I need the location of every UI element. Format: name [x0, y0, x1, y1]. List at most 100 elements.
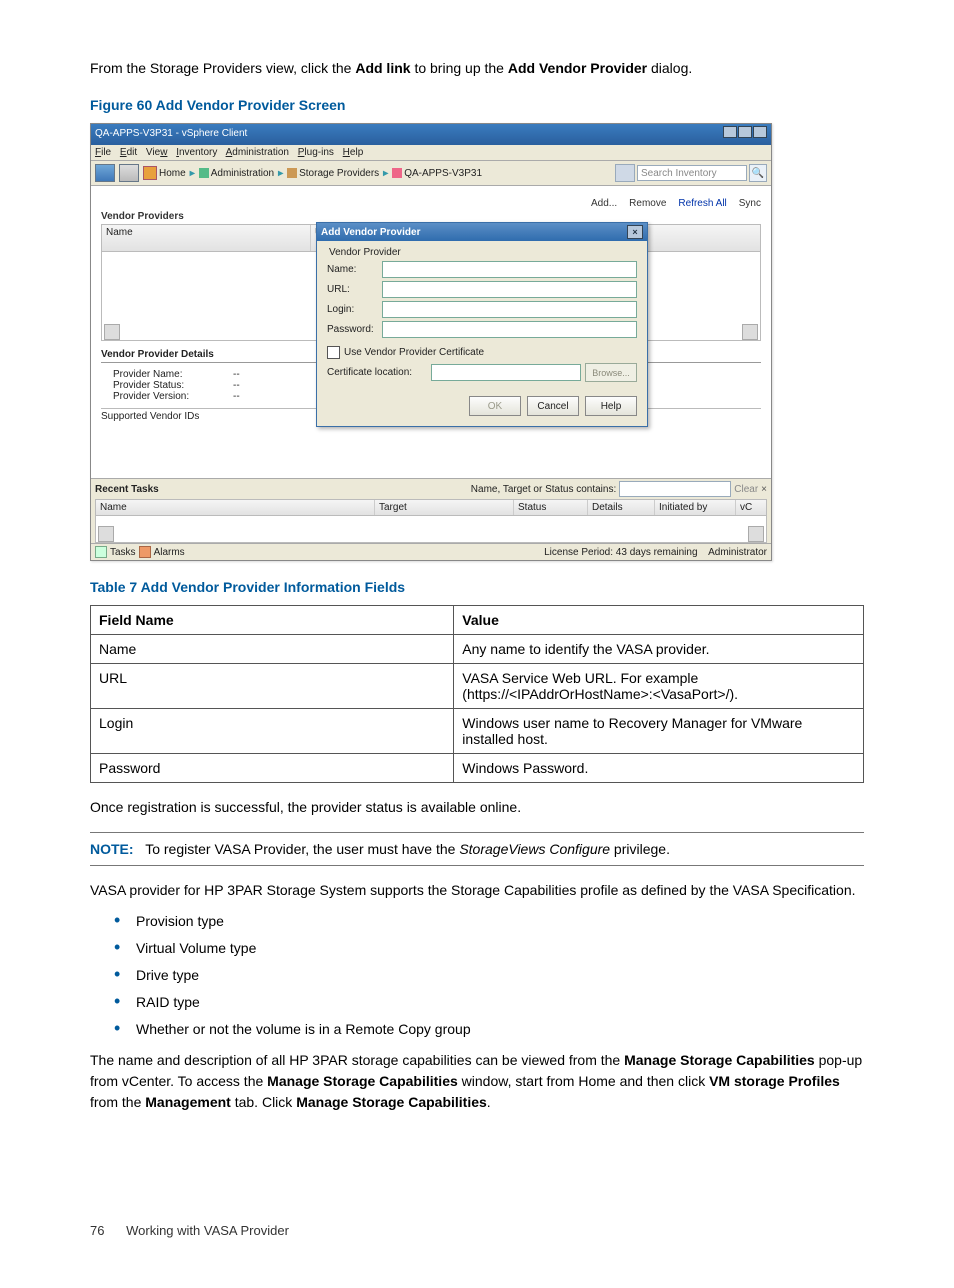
dlg-browse-button[interactable]: Browse...: [585, 363, 637, 382]
tasks-grid-body: [95, 516, 767, 543]
status-alarms[interactable]: Alarms: [154, 547, 185, 558]
provider-name-value: --: [233, 369, 240, 380]
sync-link[interactable]: Sync: [739, 198, 761, 209]
refresh-all-link[interactable]: Refresh All: [678, 198, 726, 209]
tasks-col-name[interactable]: Name: [96, 500, 375, 515]
list-item: Whether or not the volume is in a Remote…: [114, 1019, 864, 1040]
search-handle[interactable]: [615, 164, 635, 182]
th-field-name: Field Name: [91, 606, 454, 635]
table-row: Name Any name to identify the VASA provi…: [91, 635, 864, 664]
tasks-icon: [95, 546, 107, 558]
breadcrumb-admin[interactable]: Administration: [199, 168, 274, 179]
provider-name-label: Provider Name:: [113, 369, 223, 380]
recent-tasks-header: Recent Tasks Name, Target or Status cont…: [91, 479, 771, 499]
figure-caption: Figure 60 Add Vendor Provider Screen: [90, 97, 864, 113]
dialog-close-icon[interactable]: ×: [627, 225, 643, 239]
breadcrumb-sp[interactable]: Storage Providers: [287, 168, 379, 179]
dlg-login-input[interactable]: [382, 301, 637, 318]
menu-help[interactable]: Help: [343, 147, 364, 158]
cell-field: Login: [91, 709, 454, 754]
tasks-col-details[interactable]: Details: [588, 500, 655, 515]
cell-field: URL: [91, 664, 454, 709]
add-link-bold: Add link: [355, 60, 410, 76]
final-para: The name and description of all HP 3PAR …: [90, 1050, 864, 1113]
list-item: RAID type: [114, 992, 864, 1013]
tasks-clear-link[interactable]: Clear: [734, 484, 758, 495]
dlg-login-label: Login:: [327, 304, 382, 315]
dlg-cert-loc-input[interactable]: [431, 364, 581, 381]
provider-version-value: --: [233, 391, 240, 402]
dlg-name-input[interactable]: [382, 261, 637, 278]
table-row: Password Windows Password.: [91, 754, 864, 783]
menu-inventory[interactable]: Inventory: [176, 147, 217, 158]
tasks-scroll-left-icon[interactable]: [98, 526, 114, 542]
dlg-help-button[interactable]: Help: [585, 396, 637, 416]
menu-plugins[interactable]: Plug-ins: [298, 147, 334, 158]
table-row: Login Windows user name to Recovery Mana…: [91, 709, 864, 754]
tasks-col-target[interactable]: Target: [375, 500, 514, 515]
breadcrumb-home[interactable]: Home: [143, 166, 186, 180]
col-name[interactable]: Name: [102, 225, 311, 251]
tasks-close-icon[interactable]: ×: [761, 484, 767, 495]
note-text-1: To register VASA Provider, the user must…: [145, 841, 459, 857]
dlg-password-input[interactable]: [382, 321, 637, 338]
page-footer: 76 Working with VASA Provider: [90, 1223, 864, 1238]
tasks-filter-input[interactable]: [619, 481, 731, 497]
close-icon[interactable]: [753, 126, 767, 138]
fp-b3: VM storage Profiles: [709, 1073, 840, 1089]
menu-administration[interactable]: Administration: [226, 147, 289, 158]
intro-text-3: dialog.: [647, 60, 692, 76]
breadcrumb-sep-3: ▸: [383, 168, 388, 179]
fp-b4: Management: [145, 1094, 231, 1110]
add-link[interactable]: Add...: [591, 198, 617, 209]
menu-file[interactable]: FFileile: [95, 147, 111, 158]
menu-view[interactable]: View: [146, 147, 168, 158]
dlg-use-cert-label: Use Vendor Provider Certificate: [344, 347, 484, 358]
vsphere-screenshot: QA-APPS-V3P31 - vSphere Client FFileile …: [90, 123, 772, 561]
dlg-password-label: Password:: [327, 324, 382, 335]
tasks-col-init[interactable]: Initiated by: [655, 500, 736, 515]
tasks-col-status[interactable]: Status: [514, 500, 588, 515]
dlg-url-input[interactable]: [382, 281, 637, 298]
nav-fwd-button[interactable]: [119, 164, 139, 182]
provider-fields-table: Field Name Value Name Any name to identi…: [90, 605, 864, 783]
search-icon[interactable]: 🔍: [749, 164, 767, 182]
menu-bar: FFileile Edit View Inventory Administrat…: [91, 145, 771, 161]
th-value: Value: [454, 606, 864, 635]
table-caption: Table 7 Add Vendor Provider Information …: [90, 579, 864, 595]
remove-link[interactable]: Remove: [629, 198, 666, 209]
storage-icon: [287, 168, 297, 178]
dlg-ok-button[interactable]: OK: [469, 396, 521, 416]
after-table-para: Once registration is successful, the pro…: [90, 797, 864, 818]
dlg-cancel-button[interactable]: Cancel: [527, 396, 579, 416]
profile-para: VASA provider for HP 3PAR Storage System…: [90, 880, 864, 901]
note-italic: StorageViews Configure: [459, 841, 610, 857]
breadcrumb-server[interactable]: QA-APPS-V3P31: [392, 168, 482, 179]
recent-tasks-label: Recent Tasks: [95, 484, 159, 495]
page-number: 76: [90, 1223, 104, 1238]
fp-1: The name and description of all HP 3PAR …: [90, 1052, 624, 1068]
minimize-icon[interactable]: [723, 126, 737, 138]
tasks-scroll-right-icon[interactable]: [748, 526, 764, 542]
dialog-title: Add Vendor Provider: [321, 227, 420, 238]
scroll-right-icon[interactable]: [742, 324, 758, 340]
maximize-icon[interactable]: [738, 126, 752, 138]
provider-status-value: --: [233, 380, 240, 391]
window-title: QA-APPS-V3P31 - vSphere Client: [95, 128, 247, 139]
note-label: NOTE:: [90, 841, 134, 857]
fp-5: tab. Click: [231, 1094, 296, 1110]
intro-text-2: to bring up the: [411, 60, 508, 76]
checkbox-icon: [327, 346, 340, 359]
cell-value: Windows user name to Recovery Manager fo…: [454, 709, 864, 754]
dlg-use-cert-checkbox[interactable]: Use Vendor Provider Certificate: [327, 346, 637, 359]
scroll-left-icon[interactable]: [104, 324, 120, 340]
toolbar: Home ▸ Administration ▸ Storage Provider…: [91, 161, 771, 186]
window-buttons[interactable]: [722, 126, 767, 141]
footer-title: Working with VASA Provider: [126, 1223, 289, 1238]
status-tasks[interactable]: Tasks: [110, 547, 136, 558]
status-license: License Period: 43 days remaining: [544, 547, 697, 558]
search-input[interactable]: Search Inventory: [637, 165, 747, 181]
tasks-col-vc[interactable]: vC: [736, 500, 766, 515]
menu-edit[interactable]: Edit: [120, 147, 137, 158]
nav-back-button[interactable]: [95, 164, 115, 182]
